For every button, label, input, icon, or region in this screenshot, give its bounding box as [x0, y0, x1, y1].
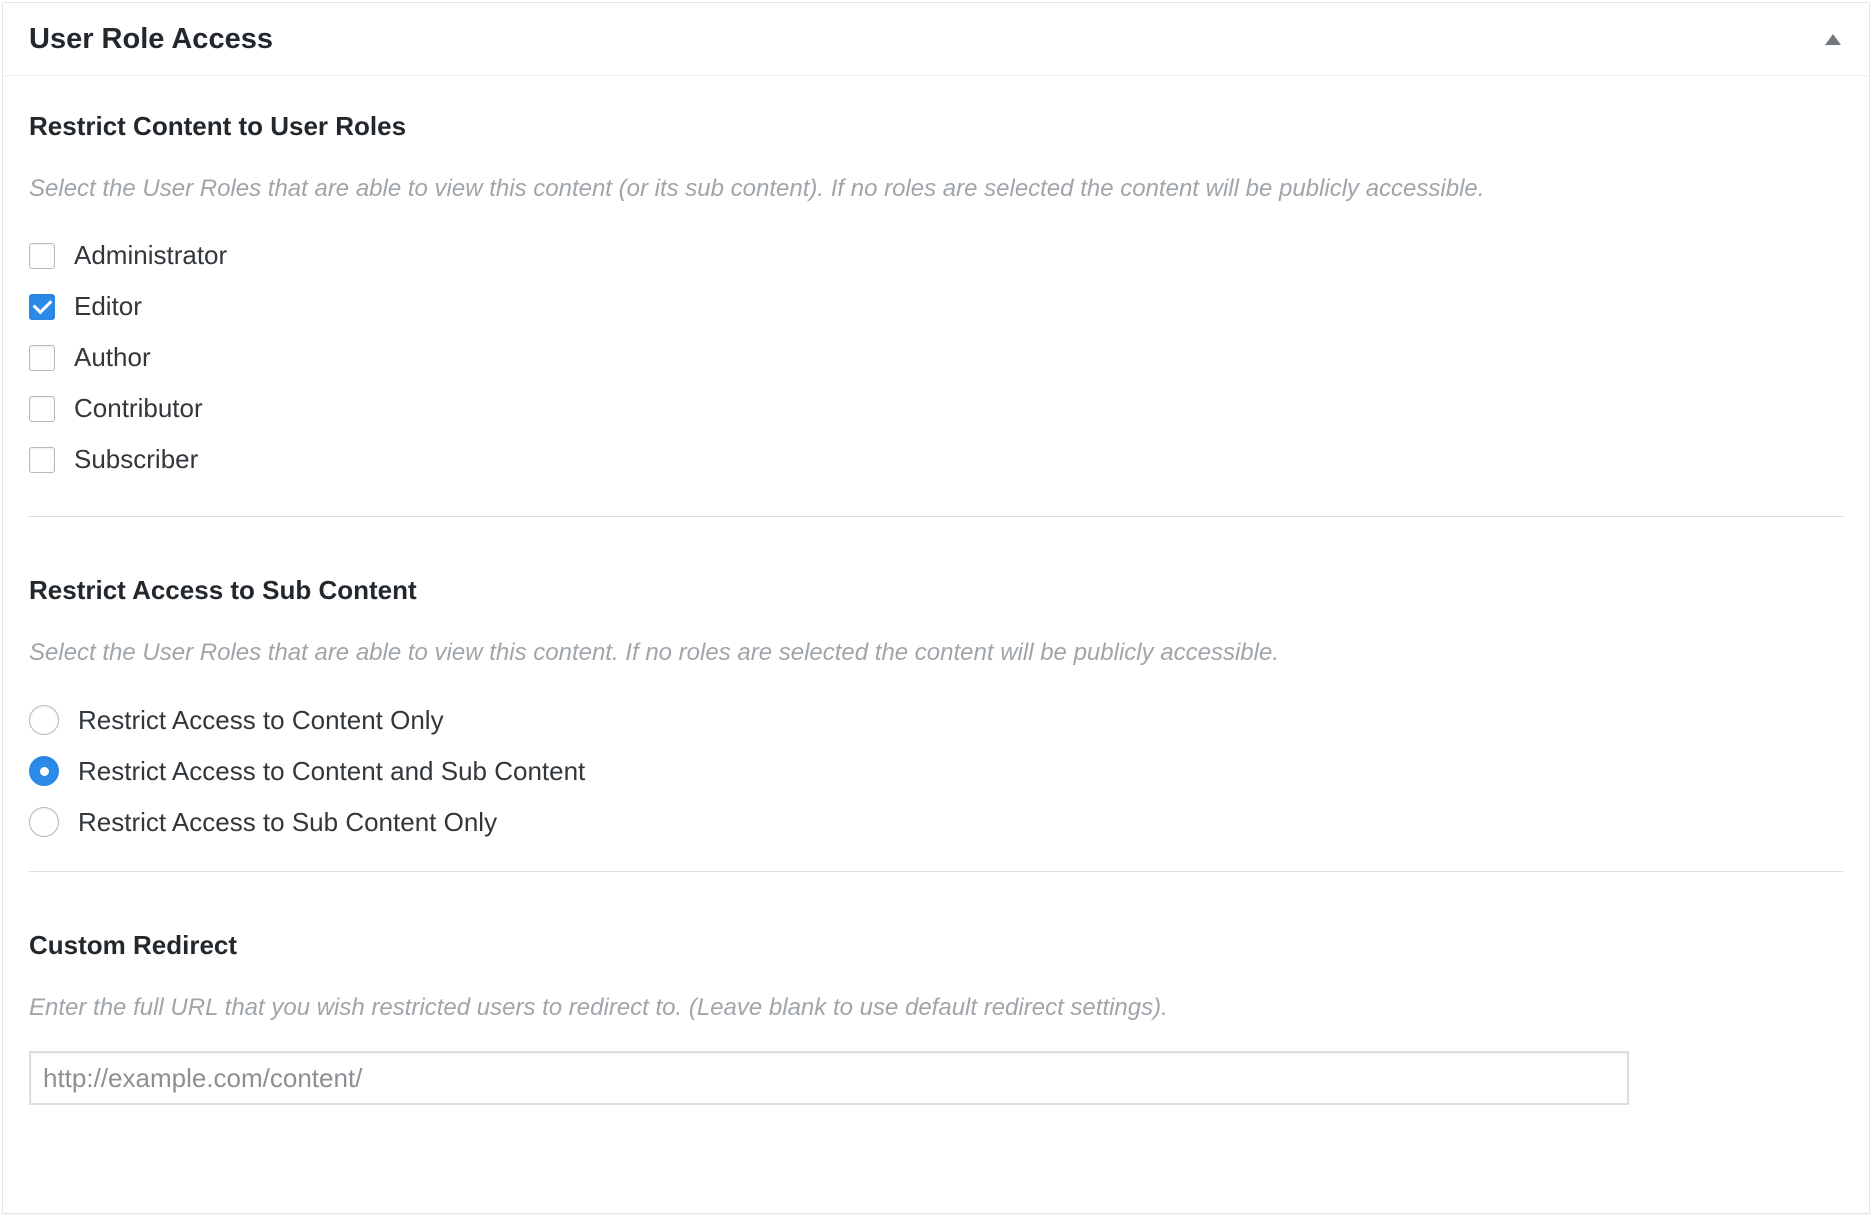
sub-content-option-label: Restrict Access to Content and Sub Conte…: [78, 755, 586, 786]
sub-content-radio[interactable]: [29, 756, 59, 787]
role-option-contributor[interactable]: Contributor: [29, 383, 1843, 434]
role-option-author[interactable]: Author: [29, 332, 1843, 383]
custom-redirect-description: Enter the full URL that you wish restric…: [29, 993, 1168, 1021]
role-label: Contributor: [74, 393, 203, 424]
role-label: Author: [74, 342, 151, 373]
sub-content-title: Restrict Access to Sub Content: [29, 575, 417, 606]
sub-content-option-label: Restrict Access to Content Only: [78, 704, 444, 735]
sub-content-option-1[interactable]: Restrict Access to Content Only: [29, 695, 1843, 746]
restrict-content-section: Restrict Content to User Roles Select th…: [29, 76, 1843, 500]
radio-dot-icon: [39, 766, 49, 776]
redirect-url-input[interactable]: [29, 1051, 1629, 1106]
metabox-inside: Restrict Content to User Roles Select th…: [3, 76, 1869, 1106]
role-label: Editor: [74, 291, 142, 322]
role-option-editor[interactable]: Editor: [29, 281, 1843, 332]
sub-content-option-2[interactable]: Restrict Access to Content and Sub Conte…: [29, 746, 1843, 797]
sub-content-section: Restrict Access to Sub Content Select th…: [29, 517, 1843, 847]
sub-content-options-list: Restrict Access to Content Only Restrict …: [29, 695, 1843, 848]
role-option-subscriber[interactable]: Subscriber: [29, 434, 1843, 485]
role-label: Subscriber: [74, 444, 199, 475]
metabox-title: User Role Access: [29, 22, 273, 55]
sub-content-description: Select the User Roles that are able to v…: [29, 639, 1279, 667]
role-label: Administrator: [74, 240, 228, 271]
checkmark-icon: [32, 294, 52, 315]
restrict-content-description: Select the User Roles that are able to v…: [29, 175, 1485, 202]
custom-redirect-section: Custom Redirect Enter the full URL that …: [29, 872, 1843, 1106]
user-roles-list: Administrator Editor Author Contributor Subs…: [29, 230, 1843, 485]
sub-content-radio[interactable]: [29, 705, 59, 736]
role-checkbox[interactable]: [29, 293, 55, 320]
metabox-header[interactable]: User Role Access: [3, 3, 1869, 76]
sub-content-option-3[interactable]: Restrict Access to Sub Content Only: [29, 797, 1843, 848]
custom-redirect-title: Custom Redirect: [29, 929, 238, 960]
role-checkbox[interactable]: [29, 242, 55, 269]
role-option-administrator[interactable]: Administrator: [29, 230, 1843, 281]
sub-content-option-label: Restrict Access to Sub Content Only: [78, 806, 498, 837]
restrict-content-title: Restrict Content to User Roles: [29, 111, 407, 141]
collapse-triangle-icon[interactable]: [1825, 33, 1841, 45]
role-checkbox[interactable]: [29, 395, 55, 422]
sub-content-radio[interactable]: [29, 807, 59, 838]
role-checkbox[interactable]: [29, 446, 55, 473]
user-role-access-metabox: User Role Access Restrict Content to Use…: [2, 2, 1870, 1214]
role-checkbox[interactable]: [29, 344, 55, 371]
